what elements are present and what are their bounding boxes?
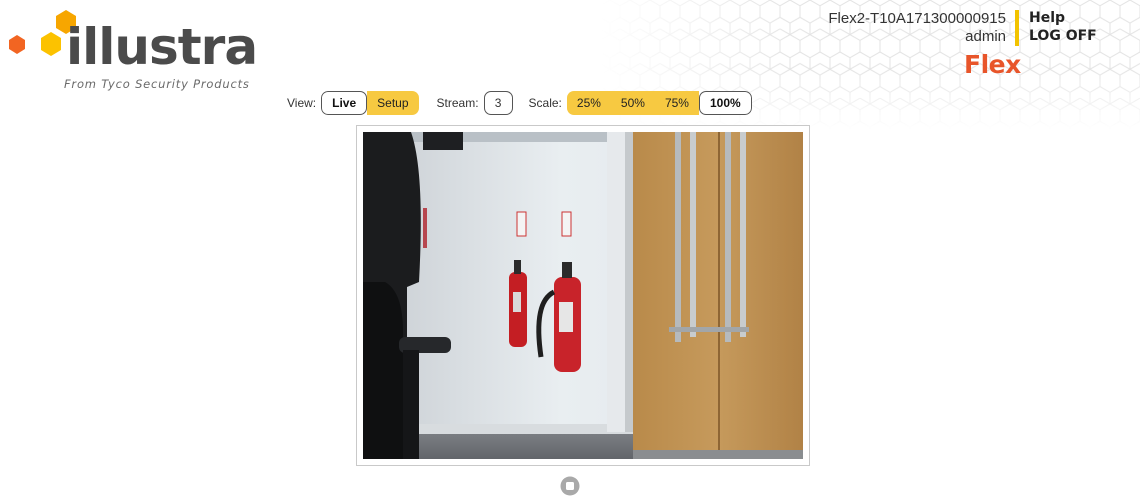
illustra-logo: illustra From Tyco Security Products [8,8,258,96]
video-frame [356,125,810,466]
view-toggle: Live Setup [321,91,419,115]
logo-wordmark: illustra [66,18,258,76]
scale-label: Scale: [528,96,562,110]
scale-25-button[interactable]: 25% [566,91,611,115]
stream-label: Stream: [436,96,479,110]
scale-50-button[interactable]: 50% [610,91,655,115]
logo-tagline: From Tyco Security Products [64,77,250,91]
camera-live-feed[interactable] [363,132,803,459]
stream-selector[interactable]: 3 [483,91,513,115]
view-toolbar: View: Live Setup Stream: 3 Scale: 25% 50… [287,90,752,116]
stop-icon[interactable] [560,476,580,496]
scale-toggle: 25% 50% 75% 100% [566,91,752,115]
view-label: View: [287,96,317,110]
scale-75-button[interactable]: 75% [654,91,699,115]
scale-100-button[interactable]: 100% [698,91,752,115]
header-divider [1015,10,1019,46]
view-setup-button[interactable]: Setup [367,91,419,115]
product-name: Flex [964,50,1021,79]
help-link[interactable]: Help [1029,10,1065,26]
device-name: Flex2-T10A171300000915 [828,10,1006,27]
view-live-button[interactable]: Live [321,91,368,115]
logoff-link[interactable]: LOG OFF [1029,28,1097,44]
user-name: admin [965,28,1006,45]
